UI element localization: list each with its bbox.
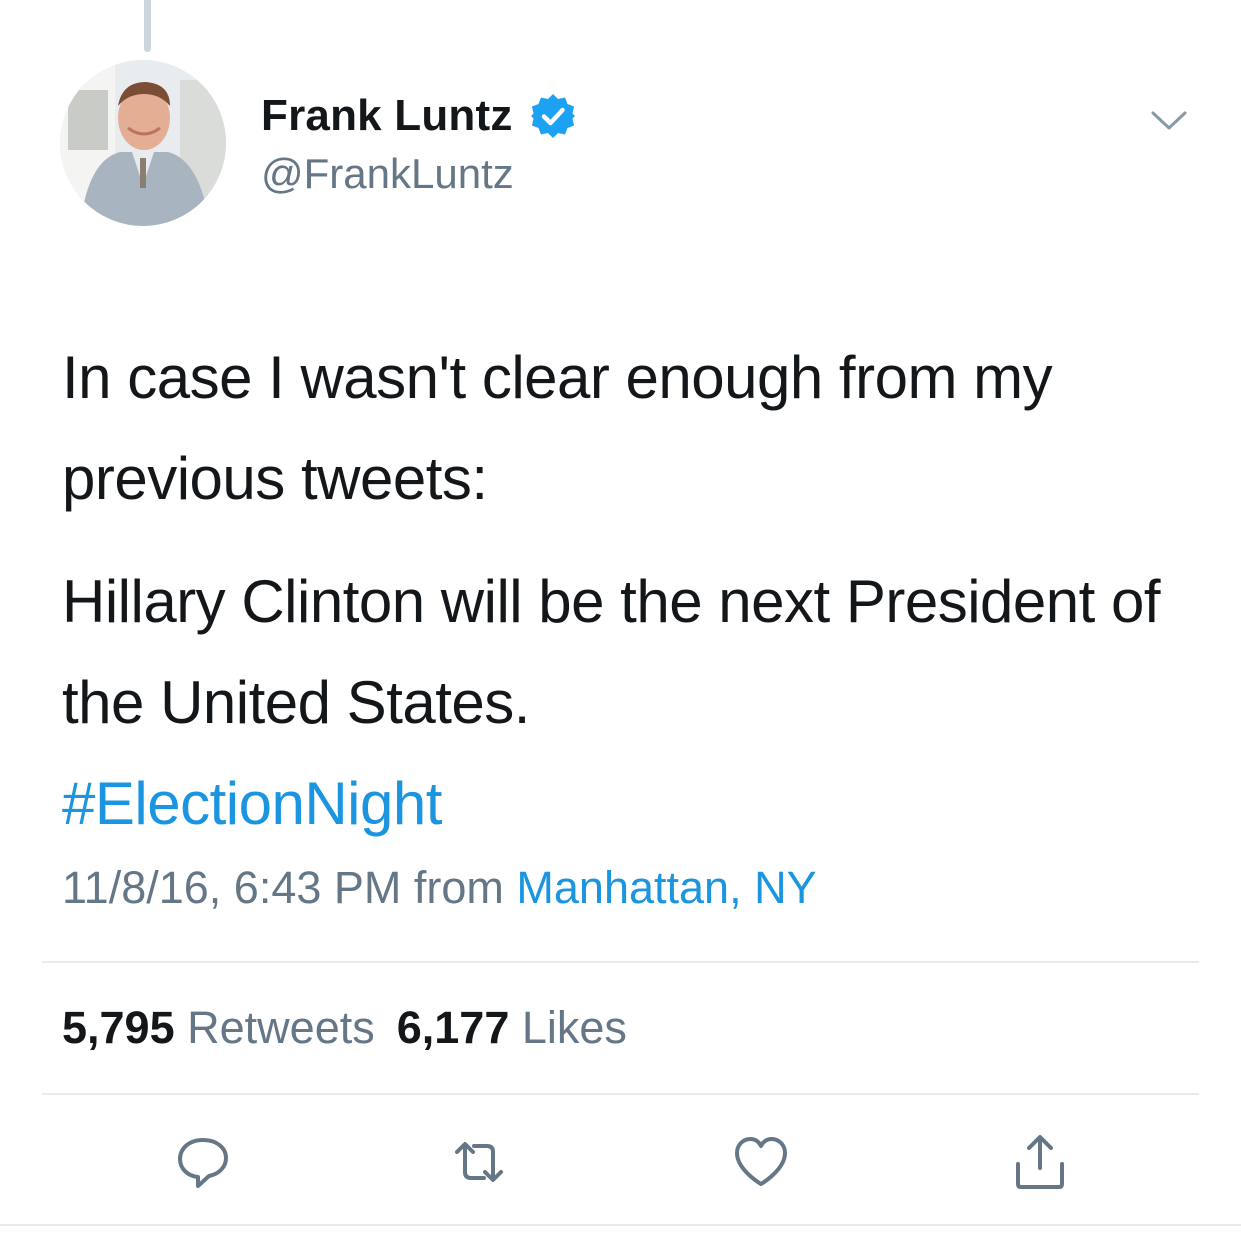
divider: [42, 1093, 1199, 1095]
likes-stat[interactable]: 6,177 Likes: [397, 1002, 627, 1053]
chevron-down-icon[interactable]: [1149, 106, 1189, 136]
avatar[interactable]: [60, 60, 226, 226]
tweet-paragraph: In case I wasn't clear enough from my pr…: [62, 344, 1053, 512]
avatar-image: [60, 60, 226, 226]
tweet-text: In case I wasn't clear enough from my pr…: [62, 327, 1202, 854]
reply-button[interactable]: [171, 1130, 235, 1194]
author-handle[interactable]: @FrankLuntz: [261, 150, 514, 198]
retweets-label: Retweets: [187, 1002, 375, 1053]
verified-badge-icon: [530, 94, 575, 138]
likes-label: Likes: [521, 1002, 627, 1053]
divider: [0, 1224, 1241, 1226]
likes-count: 6,177: [396, 1002, 510, 1053]
thread-connector-line: [144, 0, 151, 52]
divider: [42, 961, 1199, 963]
reply-icon: [178, 1138, 228, 1188]
engagement-stats: 5,795 Retweets 6,177 Likes: [62, 1002, 627, 1054]
tweet-timestamp[interactable]: 11/8/16, 6:43 PM: [62, 862, 401, 913]
like-button[interactable]: [729, 1130, 793, 1194]
retweets-count: 5,795: [62, 1002, 175, 1053]
share-icon: [1016, 1135, 1064, 1189]
location-link[interactable]: Manhattan, NY: [516, 862, 816, 913]
hashtag-link[interactable]: #ElectionNight: [62, 753, 1202, 854]
retweets-stat[interactable]: 5,795 Retweets: [62, 1002, 375, 1053]
like-icon: [735, 1137, 787, 1186]
tweet-metadata: 11/8/16, 6:43 PM from Manhattan, NY: [62, 862, 817, 914]
author-name-row[interactable]: Frank Luntz: [261, 88, 577, 144]
author-display-name[interactable]: Frank Luntz: [261, 91, 513, 141]
from-label: from: [413, 862, 504, 913]
retweet-button[interactable]: [447, 1130, 511, 1194]
retweet-icon: [455, 1142, 503, 1182]
tweet-paragraph: Hillary Clinton will be the next Preside…: [62, 568, 1161, 736]
share-button[interactable]: [1008, 1130, 1072, 1194]
